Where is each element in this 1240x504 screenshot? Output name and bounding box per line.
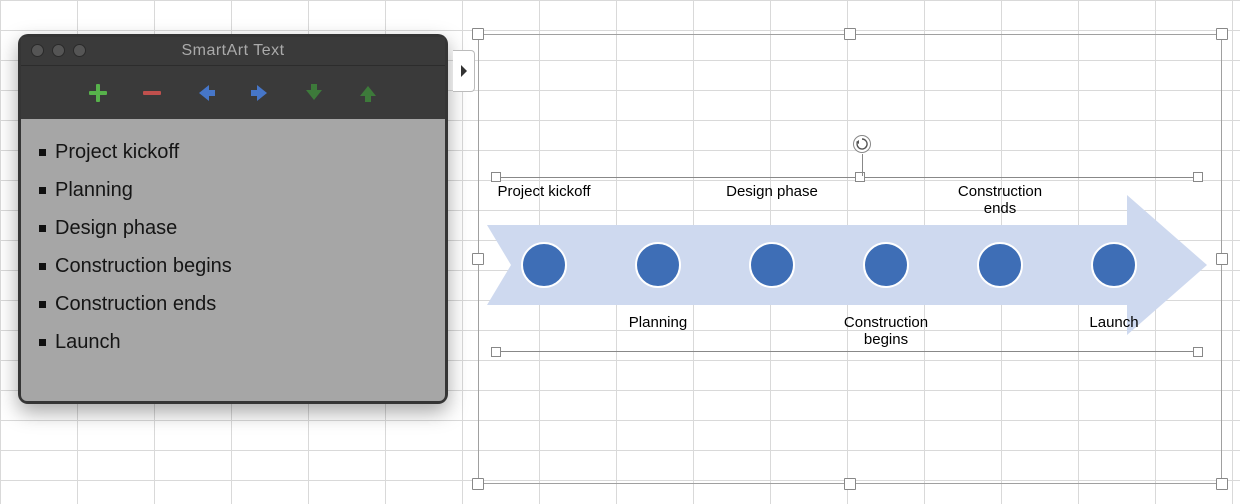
milestone-label[interactable]: Project kickoff — [489, 184, 599, 201]
panel-titlebar[interactable]: SmartArt Text — [21, 37, 445, 65]
inner-handle[interactable] — [491, 347, 501, 357]
remove-item-button[interactable] — [138, 79, 166, 107]
inner-handle[interactable] — [855, 172, 865, 182]
list-item[interactable]: Launch — [39, 323, 427, 361]
resize-handle-tr[interactable] — [1216, 28, 1228, 40]
list-item[interactable]: Construction ends — [39, 285, 427, 323]
list-item[interactable]: Planning — [39, 171, 427, 209]
smartart-shape[interactable]: Project kickoff Planning Design phase Co… — [478, 34, 1222, 484]
add-item-button[interactable] — [84, 79, 112, 107]
resize-handle-bl[interactable] — [472, 478, 484, 490]
resize-handle-tm[interactable] — [844, 28, 856, 40]
collapse-text-pane-button[interactable] — [453, 50, 475, 92]
panel-toolbar — [21, 65, 445, 119]
rotate-handle[interactable] — [853, 135, 871, 153]
list-item[interactable]: Design phase — [39, 209, 427, 247]
inner-handle[interactable] — [1193, 172, 1203, 182]
list-item[interactable]: Construction begins — [39, 247, 427, 285]
resize-handle-ml[interactable] — [472, 253, 484, 265]
traffic-light-minimize[interactable] — [52, 44, 65, 57]
inner-handle[interactable] — [491, 172, 501, 182]
inner-guide-line — [495, 351, 1195, 352]
list-item[interactable]: Project kickoff — [39, 133, 427, 171]
traffic-light-close[interactable] — [31, 44, 44, 57]
milestone-dot[interactable] — [863, 242, 909, 288]
resize-handle-tl[interactable] — [472, 28, 484, 40]
move-up-button[interactable] — [354, 79, 382, 107]
milestone-dot[interactable] — [521, 242, 567, 288]
inner-handle[interactable] — [1193, 347, 1203, 357]
milestone-dot[interactable] — [635, 242, 681, 288]
milestone-dot[interactable] — [749, 242, 795, 288]
smartart-text-panel[interactable]: SmartArt Text Project kickoff Planning D… — [18, 34, 448, 404]
resize-handle-bm[interactable] — [844, 478, 856, 490]
milestone-label[interactable]: Construction ends — [945, 184, 1055, 217]
panel-text-list[interactable]: Project kickoff Planning Design phase Co… — [21, 119, 445, 401]
inner-guide-line — [495, 177, 1195, 178]
milestone-dot[interactable] — [977, 242, 1023, 288]
promote-left-button[interactable] — [192, 79, 220, 107]
traffic-light-zoom[interactable] — [73, 44, 86, 57]
milestone-label[interactable]: Planning — [603, 315, 713, 332]
demote-right-button[interactable] — [246, 79, 274, 107]
window-traffic-lights — [31, 44, 86, 57]
resize-handle-br[interactable] — [1216, 478, 1228, 490]
milestone-dot[interactable] — [1091, 242, 1137, 288]
resize-handle-mr[interactable] — [1216, 253, 1228, 265]
milestone-label[interactable]: Design phase — [717, 184, 827, 201]
move-down-button[interactable] — [300, 79, 328, 107]
milestone-label[interactable]: Construction begins — [831, 315, 941, 348]
milestone-label[interactable]: Launch — [1059, 315, 1169, 332]
